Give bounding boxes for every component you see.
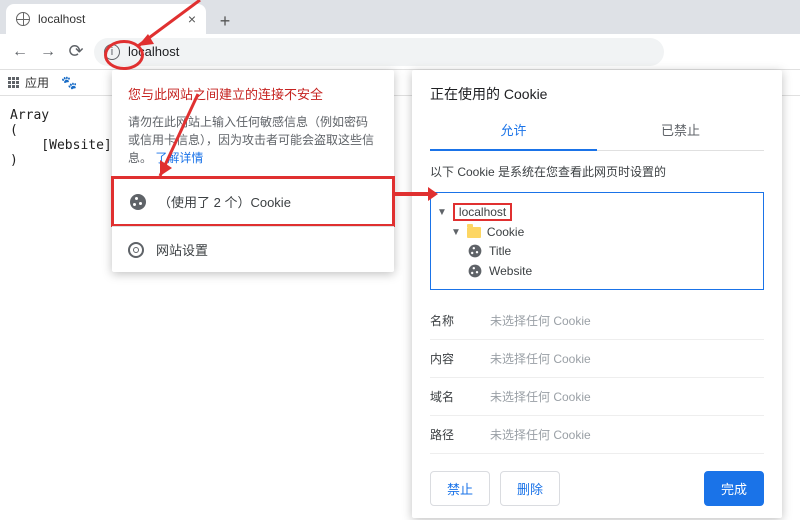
apps-shortcut[interactable]: 应用 [8,74,49,91]
detail-content-value: 未选择任何 Cookie [490,350,591,367]
forward-button[interactable]: → [34,38,62,66]
delete-button[interactable]: 删除 [500,471,560,506]
tree-folder[interactable]: ▼ Cookie [437,223,757,241]
cookies-dialog: 正在使用的 Cookie 允许 已禁止 以下 Cookie 是系统在您查看此网页… [412,70,782,518]
detail-name-label: 名称 [430,312,490,329]
cookies-dialog-footer: 禁止 删除 完成 [412,459,782,518]
gear-icon [128,242,144,258]
detail-content-label: 内容 [430,350,490,367]
cookie-item-label: Title [489,244,511,258]
cookie-icon [469,265,482,278]
reload-button[interactable]: ⟳ [62,38,90,66]
detail-domain-label: 域名 [430,388,490,405]
cookies-dialog-title: 正在使用的 Cookie [412,70,782,110]
new-tab-button[interactable]: + [212,8,238,34]
apps-icon [8,77,19,88]
annotation-arrow-right [394,192,428,196]
back-button[interactable]: ← [6,38,34,66]
cookies-row-label: （使用了 2 个）Cookie [158,192,291,211]
tree-host-label: localhost [453,203,512,221]
tree-cookie-item[interactable]: Website [437,261,757,281]
cookies-description: 以下 Cookie 是系统在您查看此网页时设置的 [412,151,782,192]
block-button[interactable]: 禁止 [430,471,490,506]
bookmark-icon[interactable]: 🐾 [61,75,77,91]
chevron-down-icon: ▼ [437,207,447,218]
chevron-down-icon: ▼ [451,227,461,238]
globe-icon [16,12,30,26]
tree-cookie-item[interactable]: Title [437,241,757,261]
cookie-icon [469,245,482,258]
tree-folder-label: Cookie [487,225,524,239]
cookie-details: 名称未选择任何 Cookie 内容未选择任何 Cookie 域名未选择任何 Co… [430,302,764,459]
done-button[interactable]: 完成 [704,471,764,506]
annotation-arrow-diagonal [120,0,210,56]
apps-label: 应用 [25,74,49,91]
site-settings-label: 网站设置 [156,240,208,259]
tab-title: localhost [38,12,85,26]
detail-path-label: 路径 [430,426,490,443]
detail-domain-value: 未选择任何 Cookie [490,388,591,405]
cookies-tree: ▼ localhost ▼ Cookie Title Website [430,192,764,290]
site-settings-row[interactable]: 网站设置 [112,226,394,272]
tab-allow[interactable]: 允许 [430,110,597,151]
detail-path-value: 未选择任何 Cookie [490,426,591,443]
cookie-item-label: Website [489,264,532,278]
tree-host[interactable]: ▼ localhost [437,201,757,223]
cookie-icon [130,194,146,210]
annotation-arrow-to-cookie [150,90,210,190]
detail-name-value: 未选择任何 Cookie [490,312,591,329]
tab-block[interactable]: 已禁止 [597,110,764,150]
cookies-tabs: 允许 已禁止 [430,110,764,151]
folder-icon [467,227,481,238]
